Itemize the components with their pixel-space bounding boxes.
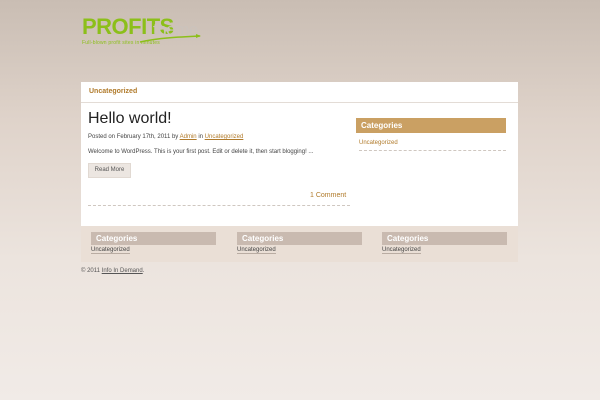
read-more-button[interactable]: Read More bbox=[88, 163, 131, 178]
footer-widget-link[interactable]: Uncategorized bbox=[382, 247, 421, 254]
footer-widget-heading: Categories bbox=[237, 232, 362, 245]
sidebar-divider bbox=[359, 150, 506, 151]
content-area: Hello world! Posted on February 17th, 20… bbox=[81, 103, 518, 226]
post-excerpt: Welcome to WordPress. This is your first… bbox=[88, 149, 314, 155]
logo-tagline: Full-blown profit sites in minutes bbox=[82, 40, 160, 46]
copyright-text: © 2011 bbox=[81, 268, 100, 274]
copyright-site-link[interactable]: Info In Demand bbox=[102, 268, 143, 274]
category-nav-bar: Uncategorized bbox=[81, 82, 518, 103]
comments-link[interactable]: 1 Comment bbox=[310, 192, 346, 199]
footer-widget-1: Categories Uncategorized bbox=[91, 232, 216, 254]
main-container: Uncategorized Hello world! Posted on Feb… bbox=[81, 82, 518, 226]
sidebar-category-link[interactable]: Uncategorized bbox=[359, 140, 398, 146]
footer-widget-heading: Categories bbox=[382, 232, 507, 245]
sidebar-categories-heading: Categories bbox=[356, 118, 506, 133]
copyright-period: . bbox=[142, 268, 145, 274]
post-title[interactable]: Hello world! bbox=[88, 110, 172, 128]
footer-widget-2: Categories Uncategorized bbox=[237, 232, 362, 254]
footer-widget-link[interactable]: Uncategorized bbox=[91, 247, 130, 254]
footer-widget-heading: Categories bbox=[91, 232, 216, 245]
footer-widget-link[interactable]: Uncategorized bbox=[237, 247, 276, 254]
post-author-link[interactable]: Admin bbox=[180, 134, 197, 140]
copyright: © 2011 Info In Demand. bbox=[81, 268, 144, 274]
post-meta: Posted on February 17th, 2011 by Admin i… bbox=[88, 134, 243, 140]
sidebar: Categories Uncategorized bbox=[356, 118, 506, 151]
site-logo[interactable]: PROFITS theme Full-blown profit sites in… bbox=[82, 16, 212, 50]
post-meta-date: Posted on February 17th, 2011 by bbox=[88, 134, 179, 140]
footer-widgets: Categories Uncategorized Categories Unca… bbox=[81, 226, 518, 262]
nav-category-uncategorized[interactable]: Uncategorized bbox=[89, 88, 137, 95]
post-category-link[interactable]: Uncategorized bbox=[205, 134, 244, 140]
post-divider bbox=[88, 205, 350, 206]
footer-widget-3: Categories Uncategorized bbox=[382, 232, 507, 254]
post-meta-in: in bbox=[198, 134, 203, 140]
